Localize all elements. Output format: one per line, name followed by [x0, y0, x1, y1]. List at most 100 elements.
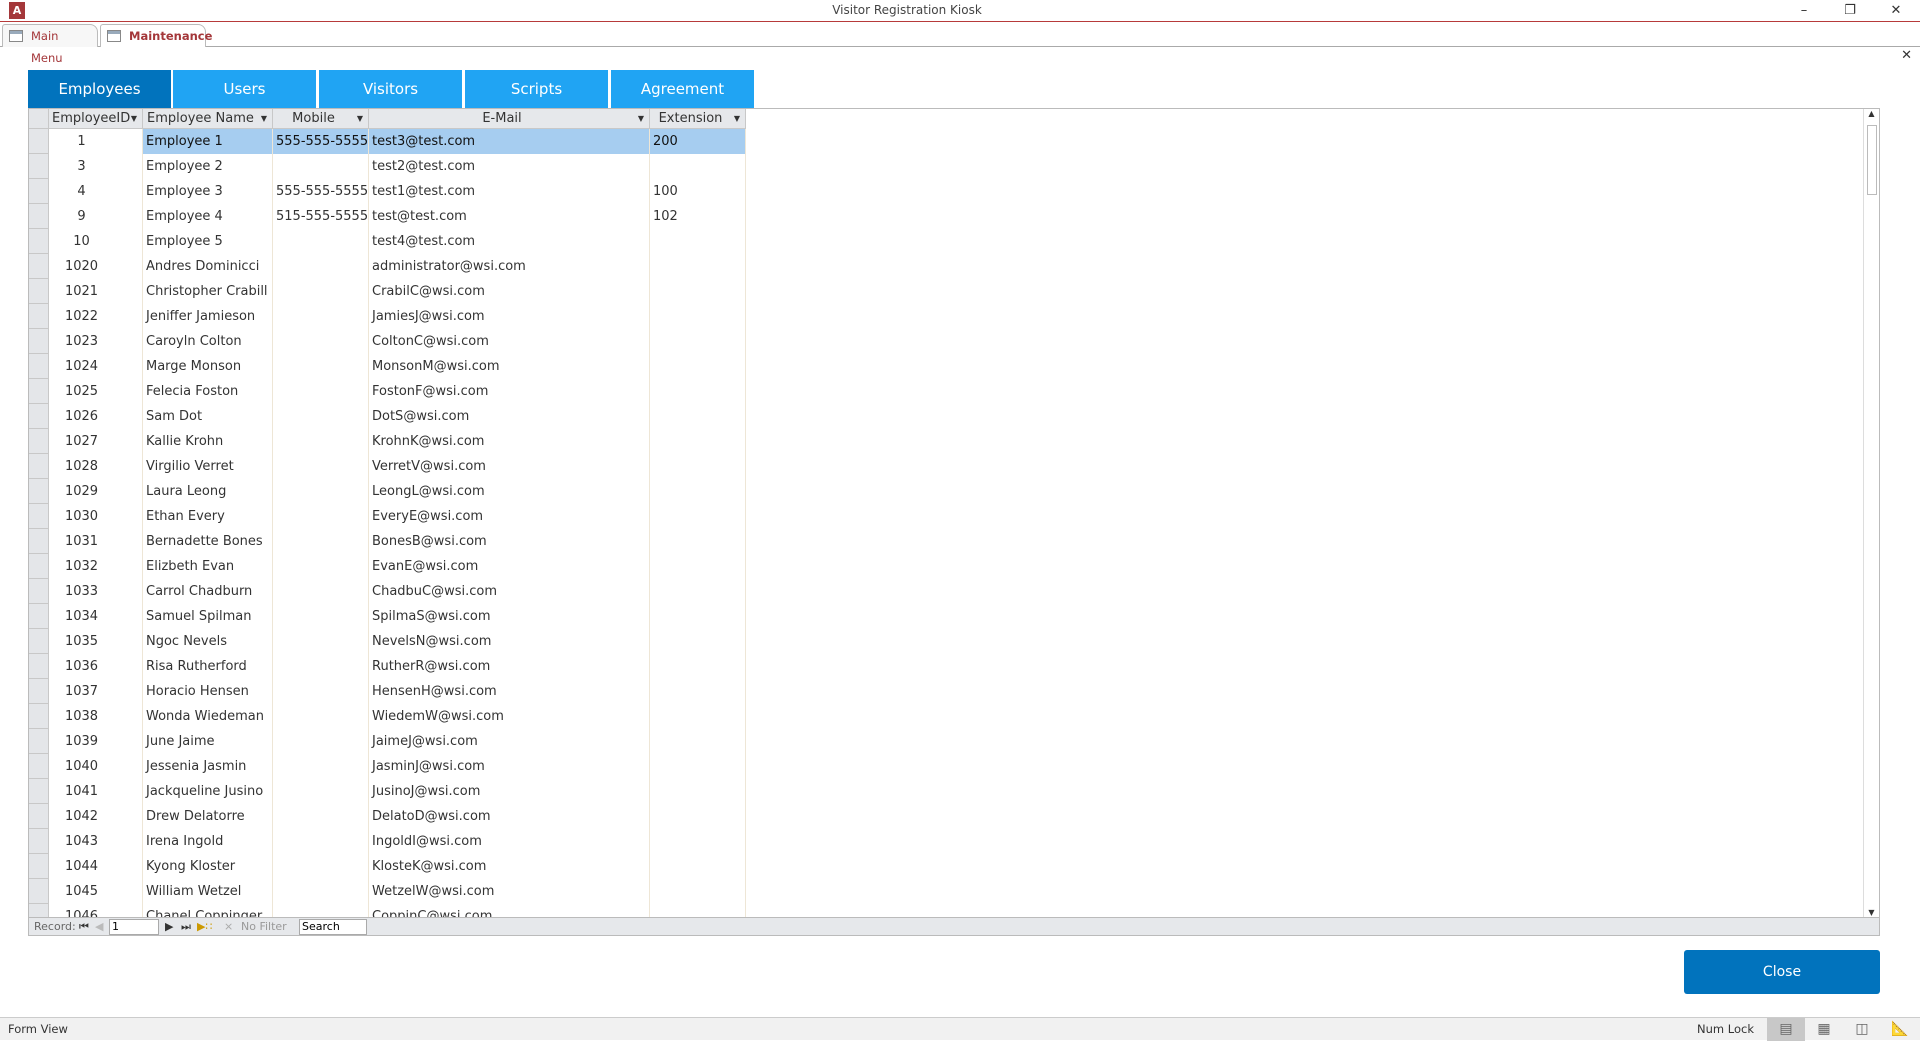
next-record-icon[interactable]: ▶	[165, 918, 173, 935]
cell-extension[interactable]	[650, 404, 746, 429]
record-selector[interactable]	[29, 279, 49, 304]
cell-mobile[interactable]	[273, 404, 369, 429]
cell-extension[interactable]	[650, 254, 746, 279]
cell-mobile[interactable]	[273, 354, 369, 379]
cell-email[interactable]: MonsonM@wsi.com	[369, 354, 650, 379]
cell-mobile[interactable]	[273, 329, 369, 354]
cell-email[interactable]: test2@test.com	[369, 154, 650, 179]
cell-mobile[interactable]	[273, 529, 369, 554]
cell-employee-name[interactable]: Christopher Crabill	[143, 279, 273, 304]
cell-employee-id[interactable]: 1035	[49, 629, 143, 654]
cell-extension[interactable]	[650, 329, 746, 354]
cell-employee-name[interactable]: Employee 1	[143, 129, 273, 154]
cell-email[interactable]: VerretV@wsi.com	[369, 454, 650, 479]
cell-employee-id[interactable]: 1026	[49, 404, 143, 429]
cell-employee-id[interactable]: 1045	[49, 879, 143, 904]
record-selector[interactable]	[29, 529, 49, 554]
column-header-email[interactable]: E-Mail ▼	[369, 109, 650, 129]
cell-mobile[interactable]: 515-555-5555	[273, 204, 369, 229]
cell-employee-name[interactable]: Employee 3	[143, 179, 273, 204]
cell-employee-name[interactable]: Samuel Spilman	[143, 604, 273, 629]
cell-employee-id[interactable]: 9	[49, 204, 143, 229]
cell-email[interactable]: KlosteK@wsi.com	[369, 854, 650, 879]
cell-employee-id[interactable]: 1020	[49, 254, 143, 279]
record-selector[interactable]	[29, 479, 49, 504]
cell-employee-name[interactable]: Sam Dot	[143, 404, 273, 429]
cell-employee-id[interactable]: 1043	[49, 829, 143, 854]
cell-mobile[interactable]	[273, 579, 369, 604]
cell-extension[interactable]	[650, 779, 746, 804]
design-view-icon[interactable]: 📐	[1881, 1018, 1919, 1041]
cell-employee-id[interactable]: 1042	[49, 804, 143, 829]
cell-employee-id[interactable]: 1021	[49, 279, 143, 304]
cell-extension[interactable]	[650, 154, 746, 179]
cell-extension[interactable]	[650, 454, 746, 479]
scroll-down-icon[interactable]: ▼	[1864, 908, 1879, 917]
cell-mobile[interactable]	[273, 879, 369, 904]
cell-employee-name[interactable]: Laura Leong	[143, 479, 273, 504]
cell-employee-id[interactable]: 1024	[49, 354, 143, 379]
cell-email[interactable]: NevelsN@wsi.com	[369, 629, 650, 654]
close-window-button[interactable]: ✕	[1878, 0, 1914, 22]
cell-mobile[interactable]	[273, 804, 369, 829]
cell-mobile[interactable]	[273, 154, 369, 179]
cell-email[interactable]: FostonF@wsi.com	[369, 379, 650, 404]
dropdown-arrow-icon[interactable]: ▼	[734, 109, 740, 128]
close-button[interactable]: Close	[1684, 950, 1880, 994]
search-input[interactable]: Search	[299, 919, 367, 935]
cell-employee-id[interactable]: 1022	[49, 304, 143, 329]
cell-mobile[interactable]	[273, 854, 369, 879]
cell-mobile[interactable]	[273, 604, 369, 629]
doc-tab-maintenance[interactable]: Maintenance	[100, 24, 212, 47]
cell-employee-id[interactable]: 1033	[49, 579, 143, 604]
column-header-mobile[interactable]: Mobile ▼	[273, 109, 369, 129]
vertical-scrollbar[interactable]: ▲ ▼	[1863, 109, 1879, 917]
cell-employee-name[interactable]: Bernadette Bones	[143, 529, 273, 554]
cell-employee-id[interactable]: 1046	[49, 904, 143, 917]
cell-mobile[interactable]: 555-555-5555	[273, 129, 369, 154]
record-selector[interactable]	[29, 904, 49, 917]
cell-employee-name[interactable]: Andres Dominicci	[143, 254, 273, 279]
tab-users[interactable]: Users	[173, 70, 316, 108]
previous-record-icon[interactable]: ◀	[95, 918, 103, 935]
record-selector[interactable]	[29, 379, 49, 404]
cell-extension[interactable]	[650, 579, 746, 604]
column-header-employeeid[interactable]: EmployeeID ▼	[49, 109, 143, 129]
cell-employee-name[interactable]: Drew Delatorre	[143, 804, 273, 829]
cell-employee-name[interactable]: Marge Monson	[143, 354, 273, 379]
cell-extension[interactable]	[650, 904, 746, 917]
cell-email[interactable]: DelatoD@wsi.com	[369, 804, 650, 829]
cell-email[interactable]: ChadbuC@wsi.com	[369, 579, 650, 604]
cell-employee-name[interactable]: Employee 5	[143, 229, 273, 254]
cell-extension[interactable]: 102	[650, 204, 746, 229]
cell-employee-name[interactable]: Ethan Every	[143, 504, 273, 529]
minimize-button[interactable]: –	[1786, 0, 1822, 22]
cell-extension[interactable]	[650, 379, 746, 404]
record-selector[interactable]	[29, 429, 49, 454]
cell-employee-id[interactable]: 4	[49, 179, 143, 204]
cell-email[interactable]: administrator@wsi.com	[369, 254, 650, 279]
cell-extension[interactable]	[650, 829, 746, 854]
record-selector[interactable]	[29, 504, 49, 529]
cell-extension[interactable]	[650, 279, 746, 304]
cell-email[interactable]: JaimeJ@wsi.com	[369, 729, 650, 754]
cell-extension[interactable]	[650, 629, 746, 654]
cell-employee-id[interactable]: 1037	[49, 679, 143, 704]
dropdown-arrow-icon[interactable]: ▼	[638, 109, 644, 128]
cell-email[interactable]: CrabilC@wsi.com	[369, 279, 650, 304]
scroll-up-icon[interactable]: ▲	[1864, 109, 1879, 118]
cell-mobile[interactable]	[273, 229, 369, 254]
cell-mobile[interactable]: 555-555-5555	[273, 179, 369, 204]
cell-email[interactable]: JasminJ@wsi.com	[369, 754, 650, 779]
cell-extension[interactable]	[650, 679, 746, 704]
cell-mobile[interactable]	[273, 629, 369, 654]
cell-employee-id[interactable]: 1	[49, 129, 143, 154]
cell-employee-name[interactable]: Jeniffer Jamieson	[143, 304, 273, 329]
cell-mobile[interactable]	[273, 379, 369, 404]
cell-employee-id[interactable]: 1027	[49, 429, 143, 454]
cell-mobile[interactable]	[273, 454, 369, 479]
cell-email[interactable]: KrohnK@wsi.com	[369, 429, 650, 454]
first-record-icon[interactable]: ⏮	[79, 918, 89, 935]
cell-employee-id[interactable]: 1040	[49, 754, 143, 779]
scroll-thumb[interactable]	[1867, 125, 1877, 195]
